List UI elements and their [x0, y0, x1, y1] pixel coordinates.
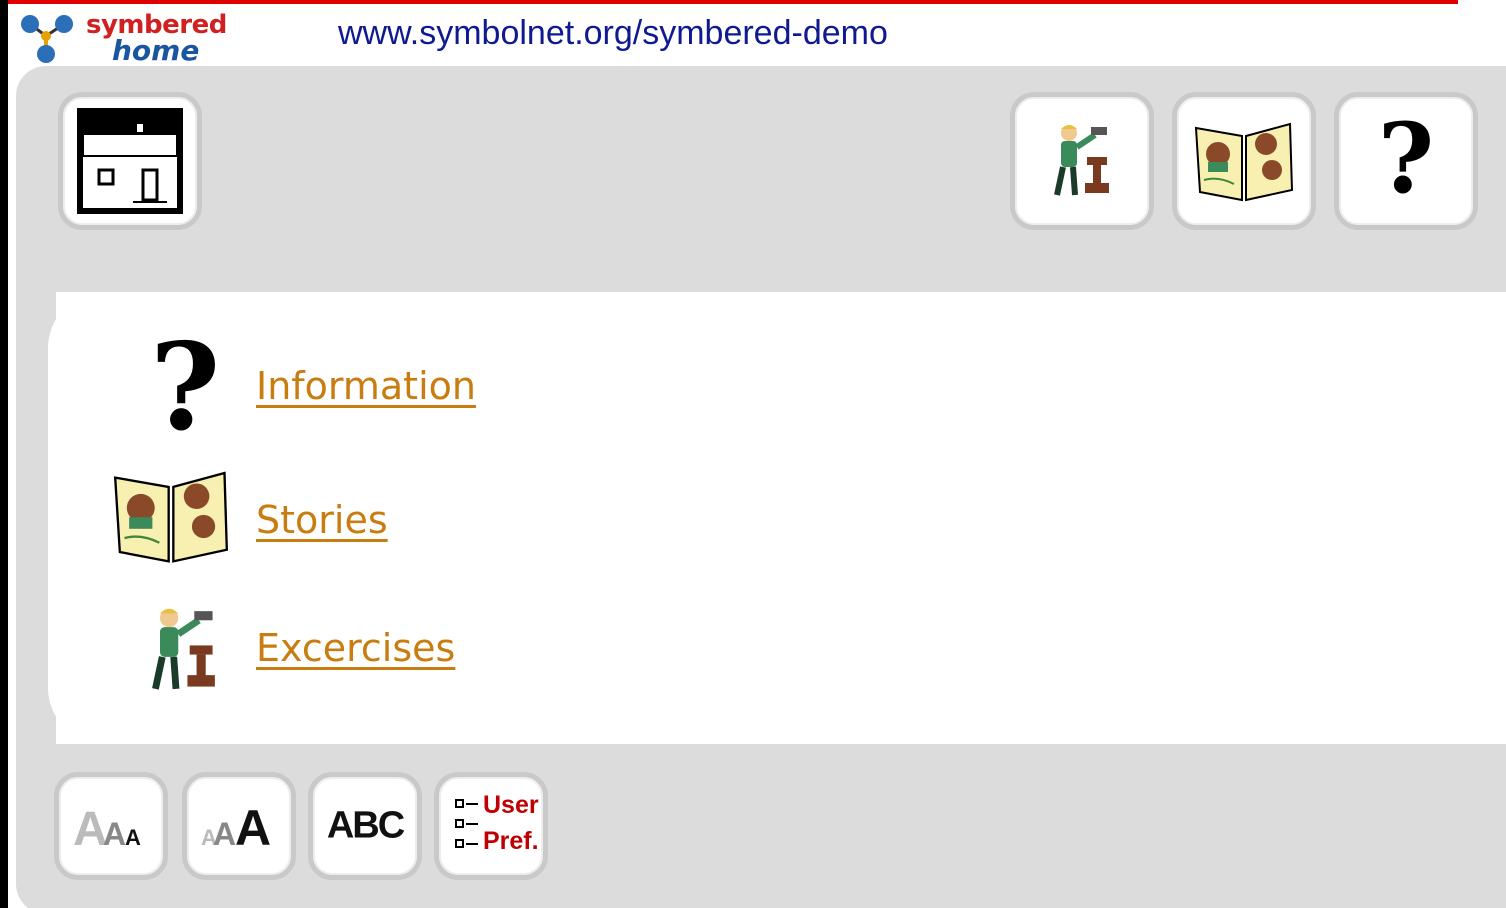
increase-font-size-button[interactable]: A A A	[182, 772, 296, 880]
top-red-bar	[8, 0, 1458, 4]
question-mark-icon: ?	[1377, 102, 1435, 216]
site-url: www.symbolnet.org/symbered-demo	[338, 14, 888, 52]
home-icon	[77, 108, 183, 214]
excercises-link[interactable]: Excercises	[256, 626, 455, 670]
home-button[interactable]	[58, 92, 202, 230]
font-size-decrease-icon: A A A	[73, 803, 141, 851]
symbered-logo[interactable]: symbered home	[16, 10, 236, 67]
user-pref-label-line1: User	[483, 791, 539, 819]
person-hammering-icon	[1054, 125, 1109, 196]
information-link[interactable]: Information	[256, 364, 476, 408]
question-mark-icon: ?	[150, 317, 221, 458]
decrease-font-size-button[interactable]: A A A	[54, 772, 168, 880]
svg-text:A: A	[235, 801, 271, 851]
help-button[interactable]: ?	[1334, 92, 1478, 230]
abc-button[interactable]: ABC	[308, 772, 422, 880]
font-size-increase-icon: A A A	[201, 801, 271, 851]
molecule-logo-icon	[21, 15, 73, 63]
svg-text:A: A	[213, 816, 236, 851]
open-book-icon	[104, 466, 244, 576]
person-hammering-icon	[104, 600, 244, 710]
svg-text:A: A	[125, 825, 141, 850]
user-pref-label-line2: Pref.	[483, 827, 539, 855]
stories-button[interactable]	[1172, 92, 1316, 230]
user-preferences-button[interactable]: User Pref.	[434, 772, 548, 880]
logo-text-home: home	[112, 34, 200, 67]
stories-link[interactable]: Stories	[256, 498, 388, 542]
open-book-icon	[1194, 122, 1294, 202]
abc-label: ABC	[326, 804, 405, 847]
page: symbered home www.symbolnet.org/symbered…	[8, 0, 1506, 908]
svg-text:A: A	[103, 816, 126, 851]
exercises-button[interactable]	[1010, 92, 1154, 230]
checklist-icon	[455, 799, 478, 848]
